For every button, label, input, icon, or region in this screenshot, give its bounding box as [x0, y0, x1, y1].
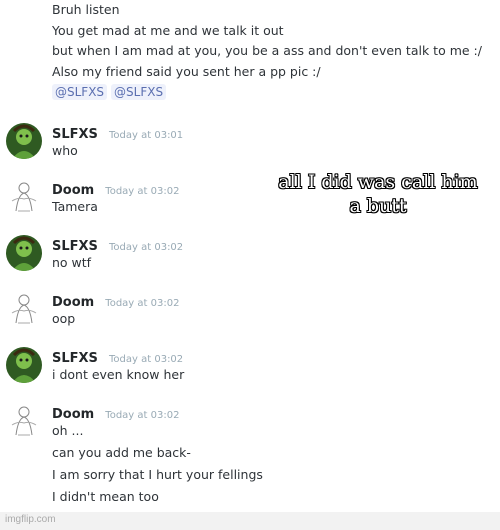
message-line: can you add me back- — [52, 445, 191, 460]
message-line: oop — [52, 311, 76, 326]
message-line: Tamera — [52, 199, 98, 214]
message-line: You get mad at me and we talk it out — [52, 23, 284, 38]
green-character-avatar-icon[interactable] — [6, 235, 42, 271]
message-line: who — [52, 143, 78, 158]
meme-caption: all I did was call him a butt — [278, 171, 478, 217]
username[interactable]: SLFXS — [52, 239, 98, 254]
green-character-avatar-icon[interactable] — [6, 347, 42, 383]
message-line: but when I am mad at you, you be a ass a… — [52, 43, 482, 58]
timestamp: Today at 03:01 — [109, 130, 184, 141]
username[interactable]: SLFXS — [52, 127, 98, 142]
user-mention[interactable]: @SLFXS — [111, 84, 167, 100]
watermark: imgflip.com — [5, 514, 56, 525]
username[interactable]: Doom — [52, 295, 94, 310]
sketch-figure-avatar-icon[interactable] — [6, 403, 42, 439]
sketch-figure-avatar-icon[interactable] — [6, 179, 42, 215]
timestamp: Today at 03:02 — [109, 242, 184, 253]
message-line: i dont even know her — [52, 367, 185, 382]
username[interactable]: Doom — [52, 407, 94, 422]
footer-strip — [0, 512, 500, 530]
username[interactable]: SLFXS — [52, 351, 98, 366]
message-line: I am sorry that I hurt your fellings — [52, 467, 263, 482]
message-line: oh ... — [52, 423, 84, 438]
mention-row: @SLFXS @SLFXS — [52, 84, 167, 100]
username[interactable]: Doom — [52, 183, 94, 198]
sketch-figure-avatar-icon[interactable] — [6, 291, 42, 327]
timestamp: Today at 03:02 — [105, 186, 180, 197]
timestamp: Today at 03:02 — [105, 298, 180, 309]
message-line: Also my friend said you sent her a pp pi… — [52, 64, 321, 79]
message-line: Bruh listen — [52, 2, 120, 17]
timestamp: Today at 03:02 — [105, 410, 180, 421]
message-line: I didn't mean too — [52, 489, 159, 504]
timestamp: Today at 03:02 — [109, 354, 184, 365]
green-character-avatar-icon[interactable] — [6, 123, 42, 159]
user-mention[interactable]: @SLFXS — [52, 84, 108, 100]
message-line: no wtf — [52, 255, 92, 270]
